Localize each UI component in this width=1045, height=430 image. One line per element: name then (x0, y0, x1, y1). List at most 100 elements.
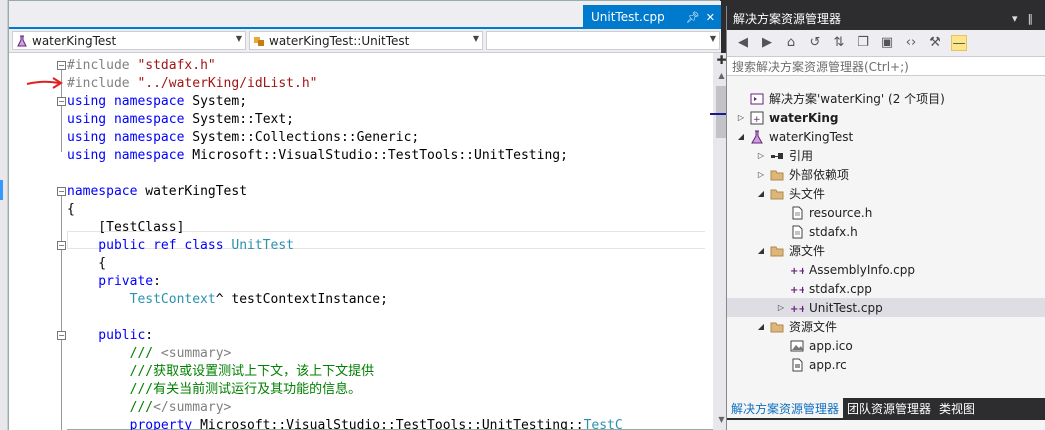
code-line[interactable]: property Microsoft::VisualStudio::TestTo… (9, 417, 705, 430)
code-line[interactable] (9, 165, 705, 183)
home-icon[interactable]: ⌂ (783, 35, 799, 51)
tree-item[interactable]: ◢ 资源文件 (727, 317, 1045, 336)
solution-explorer-panel: 解决方案资源管理器 ▾ ‖ ◀ ▶ ⌂ ↺ ⇅ ❐ ▣ ‹› ⚒ — 搜索解决方… (726, 6, 1045, 430)
tree-item-label: 资源文件 (789, 320, 838, 334)
expander-icon[interactable]: ▷ (755, 151, 767, 160)
expander-icon[interactable]: ◢ (755, 189, 767, 198)
code-text: { (67, 201, 75, 219)
expander-icon[interactable]: ◢ (755, 246, 767, 255)
expander-icon[interactable]: ▷ (755, 170, 767, 179)
svg-text:++: ++ (790, 304, 804, 315)
project-dropdown[interactable]: waterKingTest ▼ (12, 31, 246, 50)
tree-item[interactable]: app.rc (727, 355, 1045, 374)
tree-item[interactable]: ◢ 源文件 (727, 241, 1045, 260)
panel-bottom-tabs: 解决方案资源管理器 团队资源管理器 类视图 (727, 398, 1045, 420)
tree-item[interactable]: ++ AssemblyInfo.cpp (727, 260, 1045, 279)
code-line[interactable]: using namespace System::Collections::Gen… (9, 129, 705, 147)
code-token: #include (67, 76, 138, 91)
code-line[interactable]: ///有关当前测试运行及其功能的信息。 (9, 381, 705, 399)
view-code-icon[interactable]: ‹› (903, 35, 919, 51)
sync-icon[interactable]: ⇅ (831, 35, 847, 51)
tree-item-label: stdafx.h (809, 224, 858, 239)
tab-unittest-cpp[interactable]: UnitTest.cpp 📌︎ ✕ (583, 5, 721, 29)
solution-explorer-toolbar: ◀ ▶ ⌂ ↺ ⇅ ❐ ▣ ‹› ⚒ — (727, 30, 1045, 56)
code-token: public (67, 328, 146, 343)
expander-icon[interactable]: ▷ (735, 113, 747, 122)
tree-item[interactable]: ▷ 外部依赖项 (727, 165, 1045, 184)
code-line[interactable]: ///</summary> (9, 399, 705, 417)
code-text: using namespace System::Text; (67, 111, 294, 129)
pin-icon[interactable]: ‖ (1028, 12, 1034, 25)
show-all-files-icon[interactable]: ▣ (879, 35, 895, 51)
code-line[interactable]: using namespace System::Text; (9, 111, 705, 129)
code-line[interactable]: − namespace waterKingTest (9, 183, 705, 201)
tree-item-label: AssemblyInfo.cpp (809, 262, 915, 277)
collapse-toggle-icon[interactable]: − (57, 331, 66, 340)
code-token: { (67, 202, 75, 217)
tree-item[interactable]: stdafx.h (727, 222, 1045, 241)
tree-item[interactable]: ◢ waterKingTest (727, 127, 1045, 146)
code-line[interactable] (9, 309, 705, 327)
collapse-toggle-icon[interactable]: − (57, 61, 66, 70)
pin-icon[interactable]: 📌︎ (686, 11, 700, 24)
code-line[interactable]: /// <summary> (9, 345, 705, 363)
code-text: ///获取或设置测试上下文，该上下文提供 (67, 363, 374, 381)
collapse-toggle-icon[interactable]: − (57, 97, 66, 106)
code-line[interactable]: ///获取或设置测试上下文，该上下文提供 (9, 363, 705, 381)
collapse-all-icon[interactable]: ❐ (855, 35, 871, 51)
tree-item[interactable]: ++ stdafx.cpp (727, 279, 1045, 298)
code-token: using (67, 94, 114, 109)
properties-wrench-icon[interactable]: ⚒ (927, 35, 943, 51)
tree-item[interactable]: 解决方案'waterKing' (2 个项目) (727, 89, 1045, 108)
code-line[interactable]: − public ref class UnitTest (9, 237, 705, 255)
tree-item[interactable]: ▷ + waterKing (727, 108, 1045, 127)
tree-item[interactable]: app.ico (727, 336, 1045, 355)
tree-item[interactable]: resource.h (727, 203, 1045, 222)
collapse-toggle-icon[interactable]: − (57, 241, 66, 250)
preview-selected-icon[interactable]: — (951, 35, 967, 51)
back-icon[interactable]: ◀ (735, 35, 751, 51)
code-text-area[interactable]: − #include "stdafx.h" #include "../waterKi… (9, 53, 705, 430)
cpp-file-icon: ++ (789, 301, 805, 315)
code-line[interactable]: TestContext^ testContextInstance; (9, 291, 705, 309)
code-line[interactable]: { (9, 255, 705, 273)
document-tab-strip: UnitTest.cpp 📌︎ ✕ (9, 1, 721, 29)
forward-icon[interactable]: ▶ (759, 35, 775, 51)
solution-explorer-search-input[interactable]: 搜索解决方案资源管理器(Ctrl+;) (727, 56, 1045, 76)
flask-icon (16, 35, 28, 47)
code-line[interactable]: − using namespace System; (9, 93, 705, 111)
collapse-toggle-icon[interactable]: − (57, 187, 66, 196)
history-icon[interactable]: ↺ (807, 35, 823, 51)
tree-item[interactable]: ▷ 引用 (727, 146, 1045, 165)
panel-tab[interactable]: 类视图 (935, 398, 979, 418)
code-line[interactable]: #include "../waterKing/idList.h" (9, 75, 705, 93)
code-text: property Microsoft::VisualStudio::TestTo… (67, 417, 623, 430)
expander-icon[interactable]: ◢ (735, 132, 747, 141)
chevron-down-icon: ▼ (472, 34, 479, 43)
resource-file-icon (789, 358, 805, 372)
tree-item[interactable]: ◢ 头文件 (727, 184, 1045, 203)
code-line[interactable]: { (9, 201, 705, 219)
code-line[interactable]: using namespace Microsoft::VisualStudio:… (9, 147, 705, 165)
close-icon[interactable]: ✕ (706, 11, 715, 24)
expander-icon[interactable]: ▷ (775, 303, 787, 312)
code-line[interactable]: − public: (9, 327, 705, 345)
tree-item-label: UnitTest.cpp (809, 300, 883, 315)
code-token: "stdafx.h" (137, 58, 216, 73)
solution-explorer-title-bar: 解决方案资源管理器 ▾ ‖ (727, 6, 1045, 30)
panel-tab[interactable]: 团队资源管理器 (843, 398, 935, 418)
tree-item[interactable]: ▷ ++ UnitTest.cpp (727, 298, 1045, 317)
scope-dropdown[interactable]: waterKingTest::UnitTest ▼ (249, 31, 483, 50)
member-dropdown[interactable]: ▼ (486, 31, 720, 50)
code-text: ///有关当前测试运行及其功能的信息。 (67, 381, 361, 399)
code-token: /// (67, 346, 161, 361)
panel-tab[interactable]: 解决方案资源管理器 (727, 398, 844, 418)
code-line[interactable]: − #include "stdafx.h" (9, 57, 705, 75)
dropdown-arrow-icon[interactable]: ▾ (1012, 12, 1018, 25)
code-line[interactable]: private: (9, 273, 705, 291)
references-icon (769, 149, 785, 163)
tab-label: UnitTest.cpp (591, 10, 665, 24)
expander-icon[interactable]: ◢ (755, 322, 767, 331)
code-line[interactable]: [TestClass] (9, 219, 705, 237)
folder-icon (769, 244, 785, 258)
